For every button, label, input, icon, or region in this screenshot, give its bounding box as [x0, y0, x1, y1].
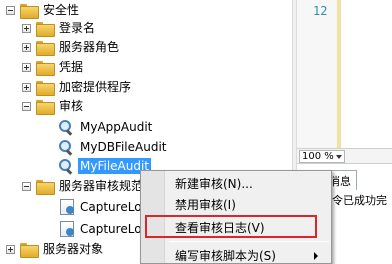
audit-icon — [58, 139, 74, 155]
folder-icon — [36, 80, 55, 96]
chevron-down-icon — [336, 155, 342, 159]
tree-node-capturelo-1[interactable]: CaptureLo — [55, 197, 144, 217]
folder-icon — [36, 21, 55, 37]
tree-node-mydbfileaudit[interactable]: MyDBFileAudit — [53, 137, 168, 157]
expand-toggle[interactable] — [22, 82, 31, 92]
expand-toggle[interactable] — [22, 23, 31, 33]
audit-icon — [58, 119, 74, 135]
expand-toggle[interactable] — [22, 42, 31, 52]
tree-node-label: 加密提供程序 — [59, 80, 132, 94]
tree-node-label: MyDBFileAudit — [80, 140, 167, 154]
tree-node-server-audit-specs[interactable]: 服务器审核规范 — [22, 176, 145, 196]
tree-node-myfileaudit[interactable]: MyFileAudit — [53, 156, 152, 176]
audit-spec-icon — [60, 199, 74, 215]
tab-label: 消息 — [329, 174, 351, 188]
tree-node-crypto-providers[interactable]: 加密提供程序 — [22, 77, 133, 97]
tree-node-logins[interactable]: 登录名 — [22, 18, 97, 38]
tree-node-credentials[interactable]: 凭据 — [22, 57, 85, 77]
tree-node-label: 安全性 — [43, 3, 80, 17]
editor-status-bar: 100 % — [297, 148, 392, 164]
audit-spec-icon — [60, 221, 74, 237]
tree-node-label: 服务器对象 — [43, 242, 104, 256]
expand-toggle[interactable] — [22, 62, 31, 72]
tree-node-label: 审核 — [59, 99, 84, 113]
tree-node-label: 服务器角色 — [59, 40, 120, 54]
zoom-value: 100 % — [302, 151, 334, 162]
tree-node-server-objects[interactable]: 服务器对象 — [6, 239, 105, 259]
tree-node-security[interactable]: 安全性 — [6, 0, 81, 20]
query-editor[interactable]: 12 — [297, 0, 392, 148]
menu-item-disable-audit[interactable]: 禁用审核(I) — [175, 194, 236, 214]
collapse-toggle[interactable] — [22, 181, 31, 191]
folder-icon — [36, 40, 55, 56]
collapse-toggle[interactable] — [22, 101, 31, 111]
folder-icon — [36, 99, 55, 115]
tree-node-label: 登录名 — [59, 21, 96, 35]
folder-icon — [20, 3, 39, 19]
tree-node-capturelo-2[interactable]: CaptureLo — [55, 219, 144, 239]
folder-icon — [36, 60, 55, 76]
annotation-highlight-box — [145, 215, 317, 238]
folder-icon — [20, 242, 39, 258]
line-number-gutter: 12 — [297, 0, 337, 148]
change-tracking-margin — [337, 0, 341, 148]
audit-icon — [58, 158, 74, 174]
tree-node-label: CaptureLo — [80, 200, 142, 214]
folder-icon — [36, 179, 55, 195]
menu-divider — [169, 241, 329, 242]
zoom-select[interactable]: 100 % — [299, 150, 345, 163]
line-number: 12 — [313, 4, 328, 18]
tree-node-label: 凭据 — [59, 60, 84, 74]
tree-node-server-roles[interactable]: 服务器角色 — [22, 37, 121, 57]
tree-node-label: MyAppAudit — [80, 120, 153, 134]
collapse-toggle[interactable] — [6, 5, 15, 15]
submenu-arrow-icon — [314, 252, 318, 260]
tree-node-audits[interactable]: 审核 — [22, 96, 85, 116]
tree-node-label: 服务器审核规范 — [59, 179, 144, 193]
tree-node-label: CaptureLo — [80, 222, 142, 236]
menu-item-new-audit[interactable]: 新建审核(N)... — [175, 173, 253, 193]
menu-item-script-audit-as[interactable]: 编写审核脚本为(S) — [175, 245, 276, 264]
expand-toggle[interactable] — [6, 244, 15, 254]
tree-node-myappaudit[interactable]: MyAppAudit — [53, 117, 154, 137]
